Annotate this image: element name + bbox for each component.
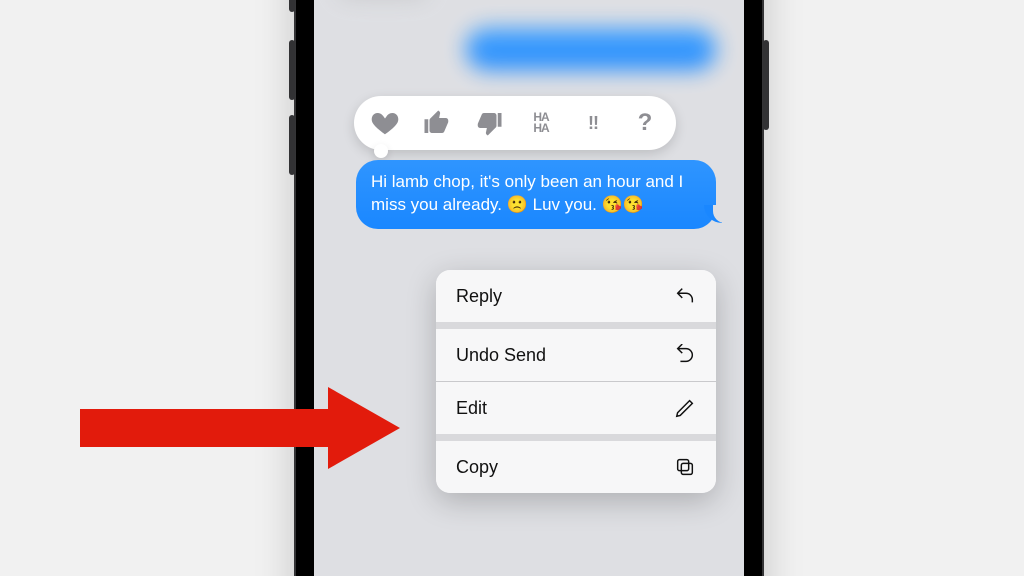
tapback-haha-icon[interactable]: HA HA bbox=[526, 108, 556, 138]
reply-icon bbox=[674, 285, 696, 307]
menu-item-edit[interactable]: Edit bbox=[436, 382, 716, 434]
menu-label: Undo Send bbox=[456, 345, 546, 366]
undo-icon bbox=[674, 344, 696, 366]
menu-item-reply[interactable]: Reply bbox=[436, 270, 716, 322]
edit-icon bbox=[674, 397, 696, 419]
callout-arrow bbox=[80, 387, 410, 467]
tapback-thumbs-up-icon[interactable] bbox=[422, 108, 452, 138]
copy-icon bbox=[674, 456, 696, 478]
message-context-menu: Reply Undo Send Edit bbox=[436, 270, 716, 493]
menu-item-copy[interactable]: Copy bbox=[436, 441, 716, 493]
tapback-question-icon[interactable]: ? bbox=[630, 108, 660, 138]
phone-volume-up bbox=[289, 40, 295, 100]
phone-side-button bbox=[763, 40, 769, 130]
message-text: Hi lamb chop, it's only been an hour and… bbox=[371, 172, 683, 214]
tapback-picker: HA HA !! ? bbox=[354, 96, 676, 150]
phone-volume-down bbox=[289, 115, 295, 175]
tapback-heart-icon[interactable] bbox=[370, 108, 400, 138]
tapback-thumbs-down-icon[interactable] bbox=[474, 108, 504, 138]
menu-label: Copy bbox=[456, 457, 498, 478]
tapback-exclaim-icon[interactable]: !! bbox=[578, 108, 608, 138]
phone-mute-switch bbox=[289, 0, 295, 12]
menu-item-undo-send[interactable]: Undo Send bbox=[436, 329, 716, 381]
phone-frame: HA HA !! ? Hi lamb chop, it's only been … bbox=[294, 0, 764, 576]
menu-label: Reply bbox=[456, 286, 502, 307]
selected-message-bubble[interactable]: Hi lamb chop, it's only been an hour and… bbox=[356, 160, 716, 229]
phone-screen: HA HA !! ? Hi lamb chop, it's only been … bbox=[314, 0, 744, 576]
bubble-tail bbox=[704, 205, 722, 223]
menu-label: Edit bbox=[456, 398, 487, 419]
